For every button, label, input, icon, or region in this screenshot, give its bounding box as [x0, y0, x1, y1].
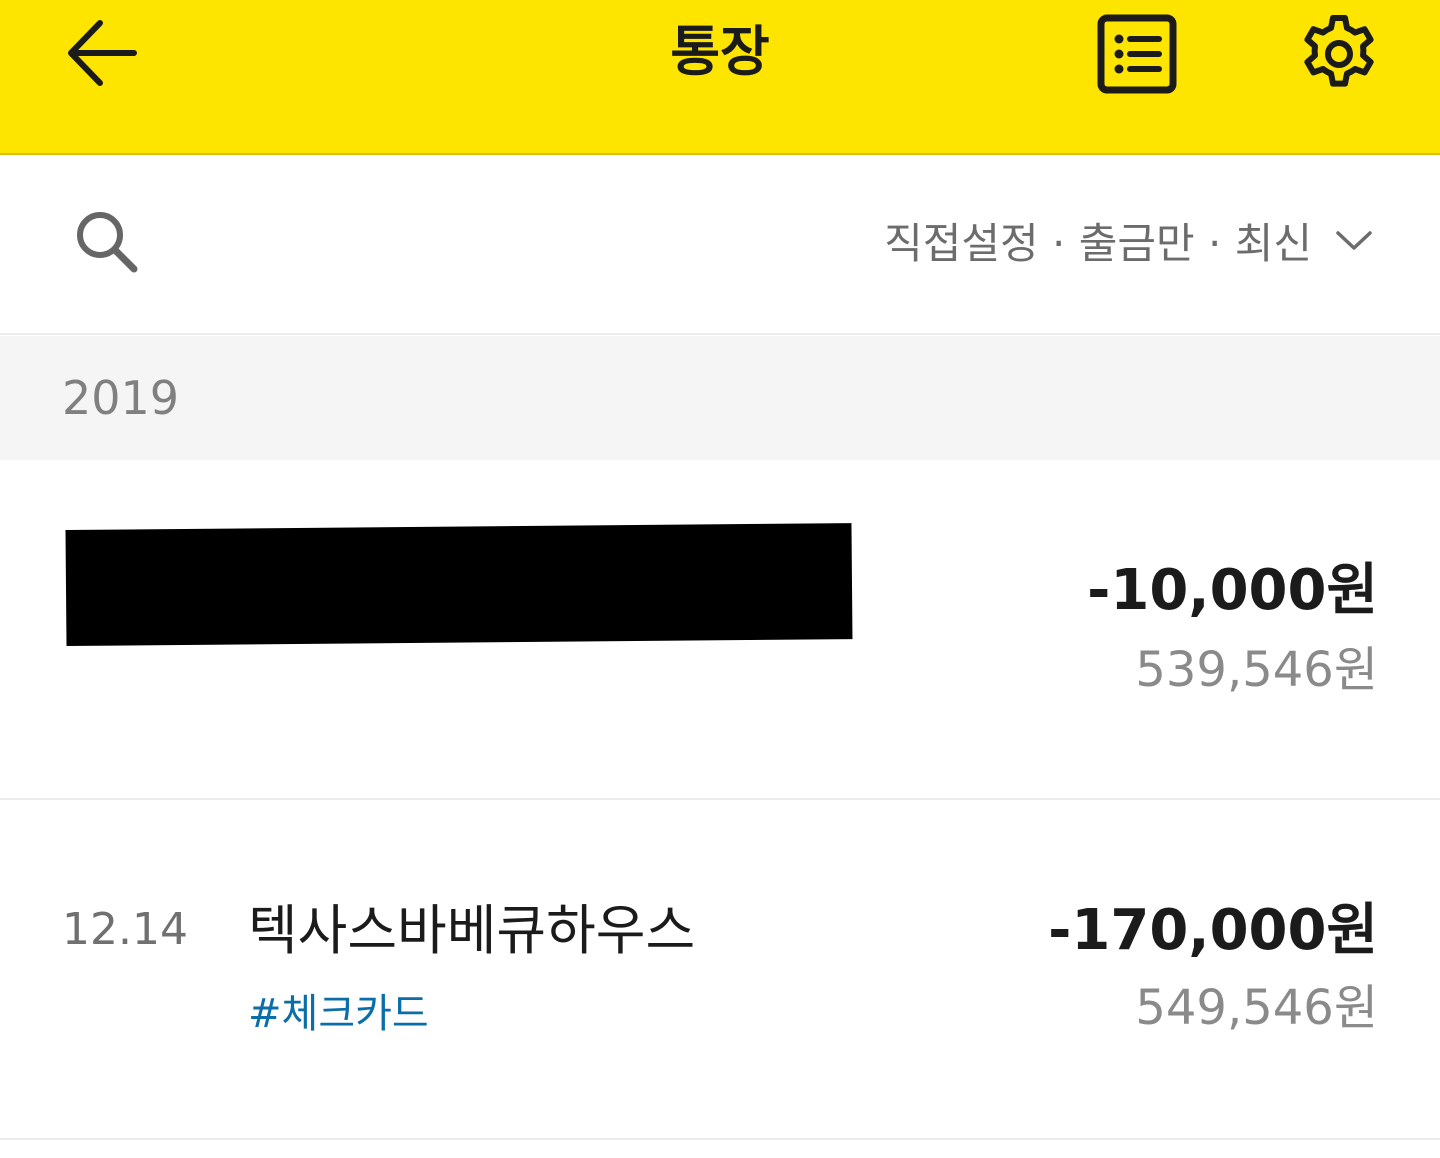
list-icon	[1097, 14, 1177, 94]
transaction-tag[interactable]: #체크카드	[248, 986, 429, 1042]
transaction-amount: -170,000원	[1048, 898, 1378, 963]
search-icon	[77, 212, 138, 273]
bank-account-screen: 통장 직접설정 · 출금만 · 최신 2019 -10,000원 539,546…	[0, 0, 1440, 1158]
redaction-block	[65, 523, 853, 646]
transaction-date: 12.14	[62, 904, 188, 955]
transaction-balance: 539,546원	[1135, 642, 1378, 698]
transaction-balance: 549,546원	[1135, 980, 1378, 1036]
transaction-merchant: 텍사스바베큐하우스	[248, 899, 696, 962]
chevron-down-icon	[1334, 227, 1374, 253]
filter-bar: 직접설정 · 출금만 · 최신	[0, 155, 1440, 335]
transaction-row[interactable]: 12.14 텍사스바베큐하우스 #체크카드 -170,000원 549,546원	[0, 800, 1440, 1140]
filter-dropdown[interactable]: 직접설정 · 출금만 · 최신	[884, 205, 1374, 275]
page-title: 통장	[670, 20, 770, 83]
transaction-row[interactable]: -10,000원 539,546원	[0, 460, 1440, 800]
gear-icon	[1304, 15, 1374, 87]
back-button[interactable]	[56, 10, 148, 96]
year-label: 2019	[62, 371, 180, 425]
search-button[interactable]	[66, 201, 148, 283]
year-section-header: 2019	[0, 336, 1440, 460]
settings-button[interactable]	[1290, 6, 1388, 102]
arrow-left-icon	[68, 20, 137, 86]
top-app-bar: 통장	[0, 0, 1440, 155]
filter-label: 직접설정 · 출금만 · 최신	[884, 218, 1312, 268]
transaction-amount: -10,000원	[1087, 558, 1378, 623]
list-view-button[interactable]	[1090, 8, 1184, 100]
